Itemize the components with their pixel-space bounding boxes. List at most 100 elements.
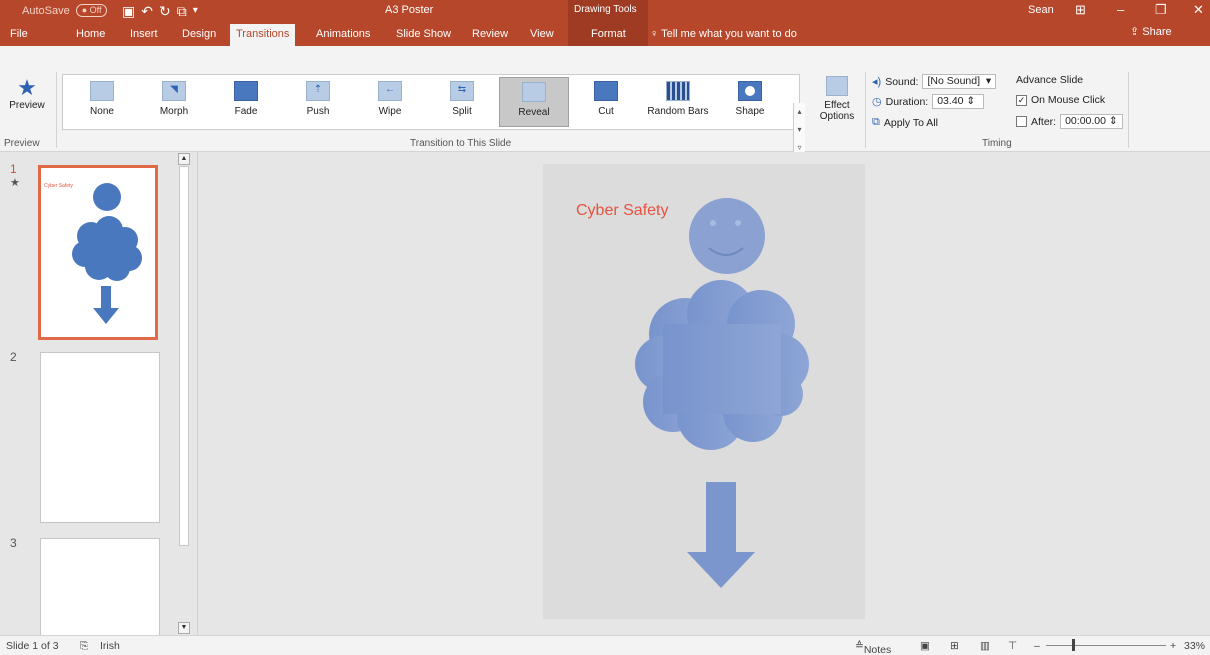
zoom-in-icon[interactable]: + [1170, 640, 1176, 652]
advance-slide-label: Advance Slide [1016, 74, 1084, 86]
reveal-icon [522, 82, 546, 102]
language[interactable]: Irish [100, 640, 120, 652]
tab-design[interactable]: Design [176, 24, 222, 46]
transition-push[interactable]: ⇡ Push [283, 77, 353, 127]
apply-all-button[interactable]: ⧉ Apply To All [872, 116, 938, 129]
status-bar: Slide 1 of 3 ⎘ Irish ≙ Notes ▣ ⊞ ▥ ⊤ – +… [0, 635, 1210, 655]
preview-star-icon: ★ [17, 75, 37, 100]
speaker-icon: ◂) [872, 76, 882, 88]
scroll-up-icon[interactable]: ▴ [794, 103, 805, 121]
redo-icon[interactable]: ↻ [159, 4, 171, 18]
transition-fade[interactable]: Fade [211, 77, 281, 127]
notes-button[interactable]: ≙ Notes [855, 640, 891, 655]
slide-thumb-2[interactable] [40, 352, 160, 523]
slideshow-view-icon[interactable]: ⊤ [1008, 640, 1017, 652]
preview-button[interactable]: ★ Preview [6, 75, 48, 112]
transition-random-bars[interactable]: Random Bars [643, 77, 713, 127]
slide-number-2: 2 [10, 350, 17, 364]
document-title: A3 Poster [385, 4, 434, 16]
arrow-down-shape[interactable] [687, 482, 755, 588]
tab-transitions[interactable]: Transitions [230, 24, 296, 46]
scroll-thumb[interactable] [179, 166, 189, 546]
title-bar: AutoSave ● Off ▣ ↶ ↻ ⧉ ▾ A3 Poster Sean … [0, 0, 1210, 46]
transition-shape[interactable]: Shape [715, 77, 785, 127]
group-label-timing: Timing [982, 138, 1012, 149]
context-group-label: Drawing Tools [574, 4, 637, 15]
slide-canvas[interactable]: Cyber Safety [543, 164, 865, 619]
slide-counter: Slide 1 of 3 [6, 640, 59, 652]
scroll-down-icon[interactable]: ▾ [794, 121, 805, 139]
random-bars-icon [666, 81, 690, 101]
tell-me-box[interactable]: ♀ Tell me what you want to do [650, 25, 797, 43]
ribbon-tabs: File Home Insert Design Transitions Anim… [0, 22, 1210, 46]
save-icon[interactable]: ▣ [122, 4, 135, 18]
transition-star-icon: ★ [10, 177, 20, 189]
wipe-icon: ← [378, 81, 402, 101]
thumbnail-scrollbar[interactable]: ▲ ▼ [177, 152, 191, 635]
undo-icon[interactable]: ↶ [141, 4, 153, 18]
tab-file[interactable]: File [4, 24, 34, 46]
checkbox-checked-icon: ✓ [1016, 94, 1027, 106]
user-name[interactable]: Sean [1028, 4, 1054, 16]
sound-row: ◂) Sound: [No Sound] ▾ [872, 74, 997, 89]
zoom-level[interactable]: 33% [1184, 640, 1205, 652]
zoom-out-icon[interactable]: – [1034, 640, 1040, 652]
tab-animations[interactable]: Animations [310, 24, 376, 46]
tab-slide-show[interactable]: Slide Show [390, 24, 457, 46]
transition-none[interactable]: None [67, 77, 137, 127]
duration-row: ◷ Duration: 03.40 ⇕ [872, 94, 985, 109]
smiley-face-shape[interactable] [689, 198, 765, 274]
effect-options-button[interactable]: Effect Options [812, 74, 862, 122]
scroll-up-icon[interactable]: ▲ [178, 153, 190, 165]
gallery-scroller[interactable]: ▴ ▾ ▿ [793, 103, 805, 159]
slide-number-3: 3 [10, 536, 17, 550]
slide-sorter-icon[interactable]: ⊞ [950, 640, 959, 652]
slide-thumb-1[interactable]: Cyber Safety [38, 165, 158, 340]
cloud-shape[interactable] [635, 280, 809, 450]
after-input[interactable]: 00:00.00 ⇕ [1060, 114, 1123, 129]
apply-all-icon: ⧉ [872, 116, 880, 128]
group-label-transition: Transition to This Slide [410, 138, 512, 149]
zoom-slider-thumb[interactable] [1072, 639, 1075, 651]
tab-review[interactable]: Review [466, 24, 514, 46]
tab-home[interactable]: Home [70, 24, 111, 46]
thumb-graphic [72, 183, 142, 324]
slide-thumbnail-panel: 1 ★ Cyber Safety 2 3 ▲ ▼ [0, 152, 197, 638]
autosave[interactable]: AutoSave ● Off [22, 4, 108, 17]
proofing-icon[interactable]: ⎘ [80, 640, 88, 653]
slide-thumb-3[interactable] [40, 538, 160, 638]
duration-input[interactable]: 03.40 ⇕ [932, 94, 985, 109]
tab-view[interactable]: View [524, 24, 560, 46]
transition-gallery: None ◥ Morph Fade ⇡ Push ← Wipe ⇆ Split … [62, 74, 805, 159]
share-icon: ⇪ [1130, 26, 1140, 38]
transition-reveal[interactable]: Reveal [499, 77, 569, 127]
slide-editing-canvas: Cyber Safety [197, 152, 1210, 635]
normal-view-icon[interactable]: ▣ [920, 640, 930, 652]
tab-insert[interactable]: Insert [124, 24, 164, 46]
shape-icon [738, 81, 762, 101]
autosave-label: AutoSave [22, 4, 70, 17]
sound-select[interactable]: [No Sound] ▾ [922, 74, 997, 89]
tab-format[interactable]: Format [585, 24, 632, 46]
on-mouse-click-checkbox[interactable]: ✓ On Mouse Click [1016, 94, 1105, 106]
share-button[interactable]: ⇪ Share [1130, 25, 1172, 38]
customize-qat-icon[interactable]: ▾ [193, 4, 198, 18]
close-icon[interactable]: ✕ [1193, 2, 1204, 18]
slide-number-1: 1 [10, 162, 17, 176]
zoom-slider[interactable] [1046, 645, 1166, 646]
none-icon [90, 81, 114, 101]
transition-wipe[interactable]: ← Wipe [355, 77, 425, 127]
transition-morph[interactable]: ◥ Morph [139, 77, 209, 127]
reading-view-icon[interactable]: ▥ [980, 640, 990, 652]
effect-options-icon [826, 76, 848, 96]
scroll-down-icon[interactable]: ▼ [178, 622, 190, 634]
split-icon: ⇆ [450, 81, 474, 101]
restore-icon[interactable]: ❐ [1155, 2, 1167, 18]
after-checkbox[interactable]: After: 00:00.00 ⇕ [1016, 114, 1123, 129]
transition-split[interactable]: ⇆ Split [427, 77, 497, 127]
start-from-beginning-icon[interactable]: ⧉ [177, 4, 187, 18]
transition-cut[interactable]: Cut [571, 77, 641, 127]
autosave-toggle[interactable]: ● Off [75, 4, 108, 17]
minimize-icon[interactable]: – [1117, 2, 1124, 17]
ribbon-display-icon[interactable]: ⊞ [1075, 2, 1086, 18]
